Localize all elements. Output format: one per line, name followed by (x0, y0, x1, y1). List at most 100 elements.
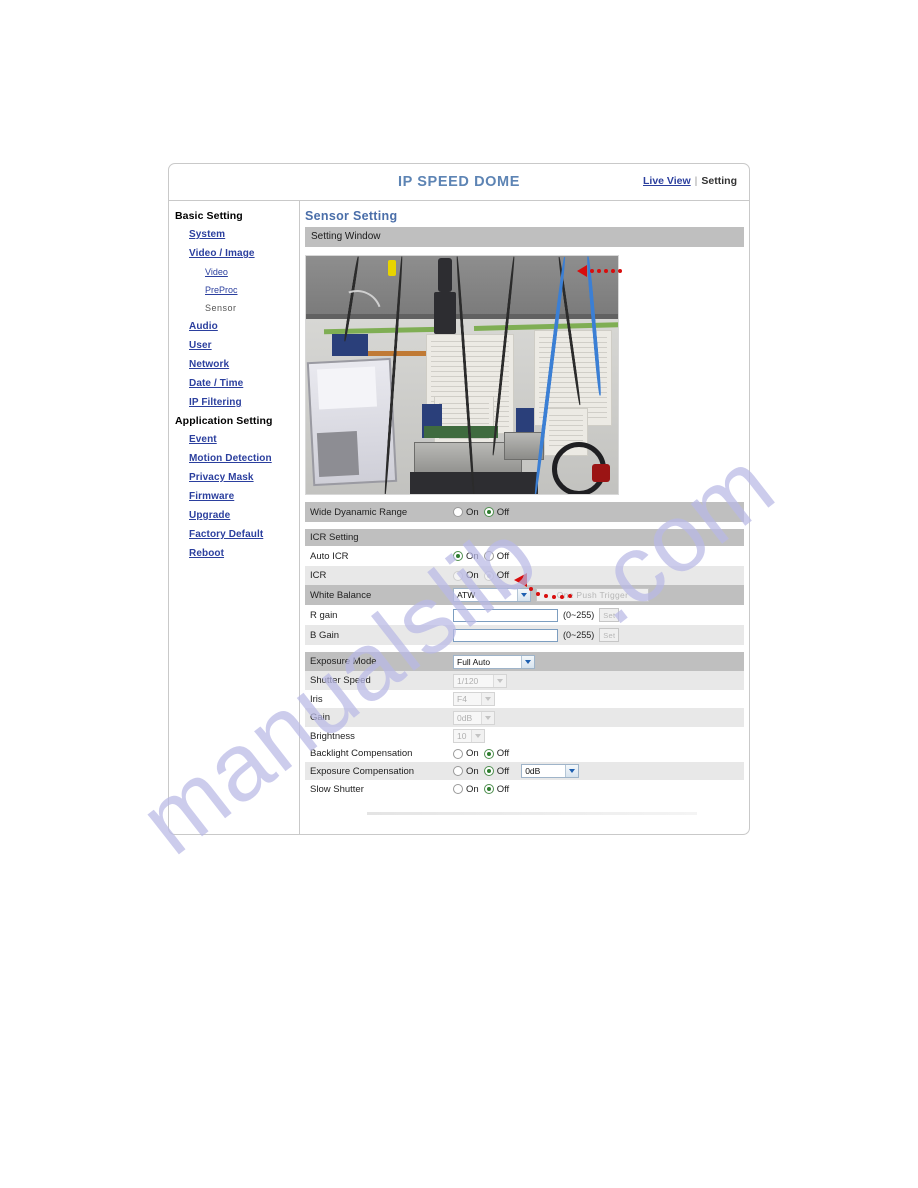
radio-slowshutter-off[interactable]: Off (483, 783, 510, 795)
sidebar-item-sensor[interactable]: Sensor (169, 299, 299, 317)
chevron-down-icon (517, 589, 530, 601)
select-value-iris: F4 (457, 694, 467, 704)
radio-label-slowshutter-on: On (466, 783, 479, 795)
header-nav: Live View | Setting (643, 175, 737, 187)
select-shutter-speed: 1/120 (453, 673, 507, 688)
radio-dot-icr-off (483, 570, 494, 581)
select-brightness: 10 (453, 729, 485, 743)
radio-expcomp-off[interactable]: Off (483, 766, 509, 777)
label-brightness: Brightness (310, 730, 355, 742)
radio-dot-wdr-off (483, 507, 494, 517)
bottom-divider (367, 812, 697, 815)
select-value-white-balance: ATW (457, 590, 476, 600)
sidebar-item-system[interactable]: System (169, 225, 299, 244)
sidebar-item-upgrade[interactable]: Upgrade (169, 506, 299, 525)
row-icr: ICR On Off (305, 566, 744, 585)
radio-label-slowshutter-off: Off (496, 783, 510, 795)
radio-wdr-on[interactable]: On (453, 507, 479, 518)
sensor-settings-table: Wide Dyanamic Range On Off ICR Setting A… (305, 502, 744, 815)
sidebar-nav: Basic Setting System Video / Image Video… (169, 201, 300, 835)
label-b-gain: B Gain (310, 629, 340, 641)
set-button-b-gain[interactable]: Set (599, 628, 620, 642)
radio-label-wdr-on: On (466, 506, 479, 518)
radio-dot-backlight-on (453, 748, 463, 759)
row-gain: Gain 0dB (305, 708, 744, 727)
sidebar-item-video[interactable]: Video (169, 263, 299, 281)
label-exposure-compensation: Exposure Compensation (310, 765, 415, 777)
sidebar-heading-basic: Basic Setting (175, 210, 243, 222)
sidebar-item-motion-detection[interactable]: Motion Detection (169, 449, 299, 468)
select-value-exposure-mode: Full Auto (457, 656, 491, 667)
radio-icr-on: On (453, 570, 479, 581)
chevron-down-icon (471, 730, 484, 742)
label-icr-section: ICR Setting (310, 532, 359, 543)
sidebar-item-event[interactable]: Event (169, 430, 299, 449)
radio-wdr-off[interactable]: Off (483, 506, 510, 518)
label-auto-icr: Auto ICR (310, 550, 349, 562)
live-view-link[interactable]: Live View (643, 175, 691, 187)
row-brightness: Brightness 10 (305, 727, 744, 745)
radio-dot-icr-on (453, 570, 463, 581)
label-slow-shutter: Slow Shutter (310, 783, 364, 795)
radio-backlight-on[interactable]: On (453, 748, 479, 759)
row-exposure-compensation: Exposure Compensation On Off 0dB (305, 762, 744, 780)
radio-dot-backlight-off (483, 748, 494, 759)
radio-dot-wdr-on (453, 507, 463, 517)
radio-dot-auto-icr-on (453, 551, 463, 561)
label-gain: Gain (310, 712, 331, 723)
sidebar-item-user[interactable]: User (169, 336, 299, 355)
label-r-gain: R gain (310, 609, 338, 621)
input-b-gain[interactable] (453, 628, 558, 642)
label-backlight-compensation: Backlight Compensation (310, 748, 413, 759)
radio-auto-icr-off[interactable]: Off (483, 551, 509, 562)
set-button-r-gain[interactable]: Set (599, 608, 620, 622)
radio-icr-off: Off (483, 570, 509, 581)
sidebar-item-ip-filtering[interactable]: IP Filtering (169, 393, 299, 412)
select-value-gain: 0dB (457, 712, 473, 723)
page-header: IP SPEED DOME Live View | Setting (169, 164, 749, 201)
row-b-gain: B Gain (0~255) Set (305, 625, 744, 645)
radio-label-backlight-off: Off (496, 748, 510, 759)
radio-expcomp-on[interactable]: On (453, 766, 479, 777)
chevron-down-icon (493, 674, 506, 687)
radio-slowshutter-on[interactable]: On (453, 784, 479, 795)
sidebar-item-firmware[interactable]: Firmware (169, 487, 299, 506)
setting-link[interactable]: Setting (701, 175, 737, 187)
select-white-balance[interactable]: ATW (453, 588, 531, 602)
live-video-preview[interactable] (305, 255, 619, 495)
sidebar-item-reboot[interactable]: Reboot (169, 544, 299, 563)
radio-label-auto-icr-on: On (466, 550, 479, 562)
select-exposure-mode[interactable]: Full Auto (453, 654, 535, 669)
one-push-trigger-button[interactable]: One Push Trigger (536, 588, 649, 602)
sidebar-item-audio[interactable]: Audio (169, 317, 299, 336)
sidebar-item-factory-default[interactable]: Factory Default (169, 525, 299, 544)
input-r-gain[interactable] (453, 608, 558, 622)
device-web-page: IP SPEED DOME Live View | Setting Basic Se… (168, 163, 750, 835)
sidebar-item-network[interactable]: Network (169, 355, 299, 374)
sidebar-item-privacy-mask[interactable]: Privacy Mask (169, 468, 299, 487)
radio-backlight-off[interactable]: Off (483, 748, 510, 759)
radio-dot-expcomp-on (453, 766, 463, 776)
hint-r-gain-range: (0~255) (563, 610, 595, 620)
radio-dot-slowshutter-off (483, 784, 494, 794)
nav-separator: | (694, 175, 698, 187)
radio-auto-icr-on[interactable]: On (453, 551, 479, 562)
sidebar-item-date-time[interactable]: Date / Time (169, 374, 299, 393)
select-value-shutter-speed: 1/120 (457, 675, 479, 686)
label-shutter-speed: Shutter Speed (310, 675, 371, 686)
select-value-brightness: 10 (457, 731, 467, 741)
video-preview-wrapper (305, 255, 622, 495)
select-exposure-compensation[interactable]: 0dB (521, 764, 580, 778)
row-icr-section-header: ICR Setting (305, 529, 744, 546)
page-body: Basic Setting System Video / Image Video… (169, 201, 749, 835)
row-auto-icr: Auto ICR On Off (305, 546, 744, 566)
chevron-down-icon (565, 765, 579, 777)
sidebar-item-video-image[interactable]: Video / Image (169, 244, 299, 263)
section-gap-1 (305, 522, 744, 529)
row-shutter-speed: Shutter Speed 1/120 (305, 671, 744, 690)
radio-dot-expcomp-off (483, 766, 494, 776)
sidebar-item-preproc[interactable]: PreProc (169, 281, 299, 299)
sidebar-heading-application: Application Setting (175, 415, 273, 427)
radio-label-wdr-off: Off (496, 506, 510, 518)
chevron-down-icon (521, 655, 534, 668)
